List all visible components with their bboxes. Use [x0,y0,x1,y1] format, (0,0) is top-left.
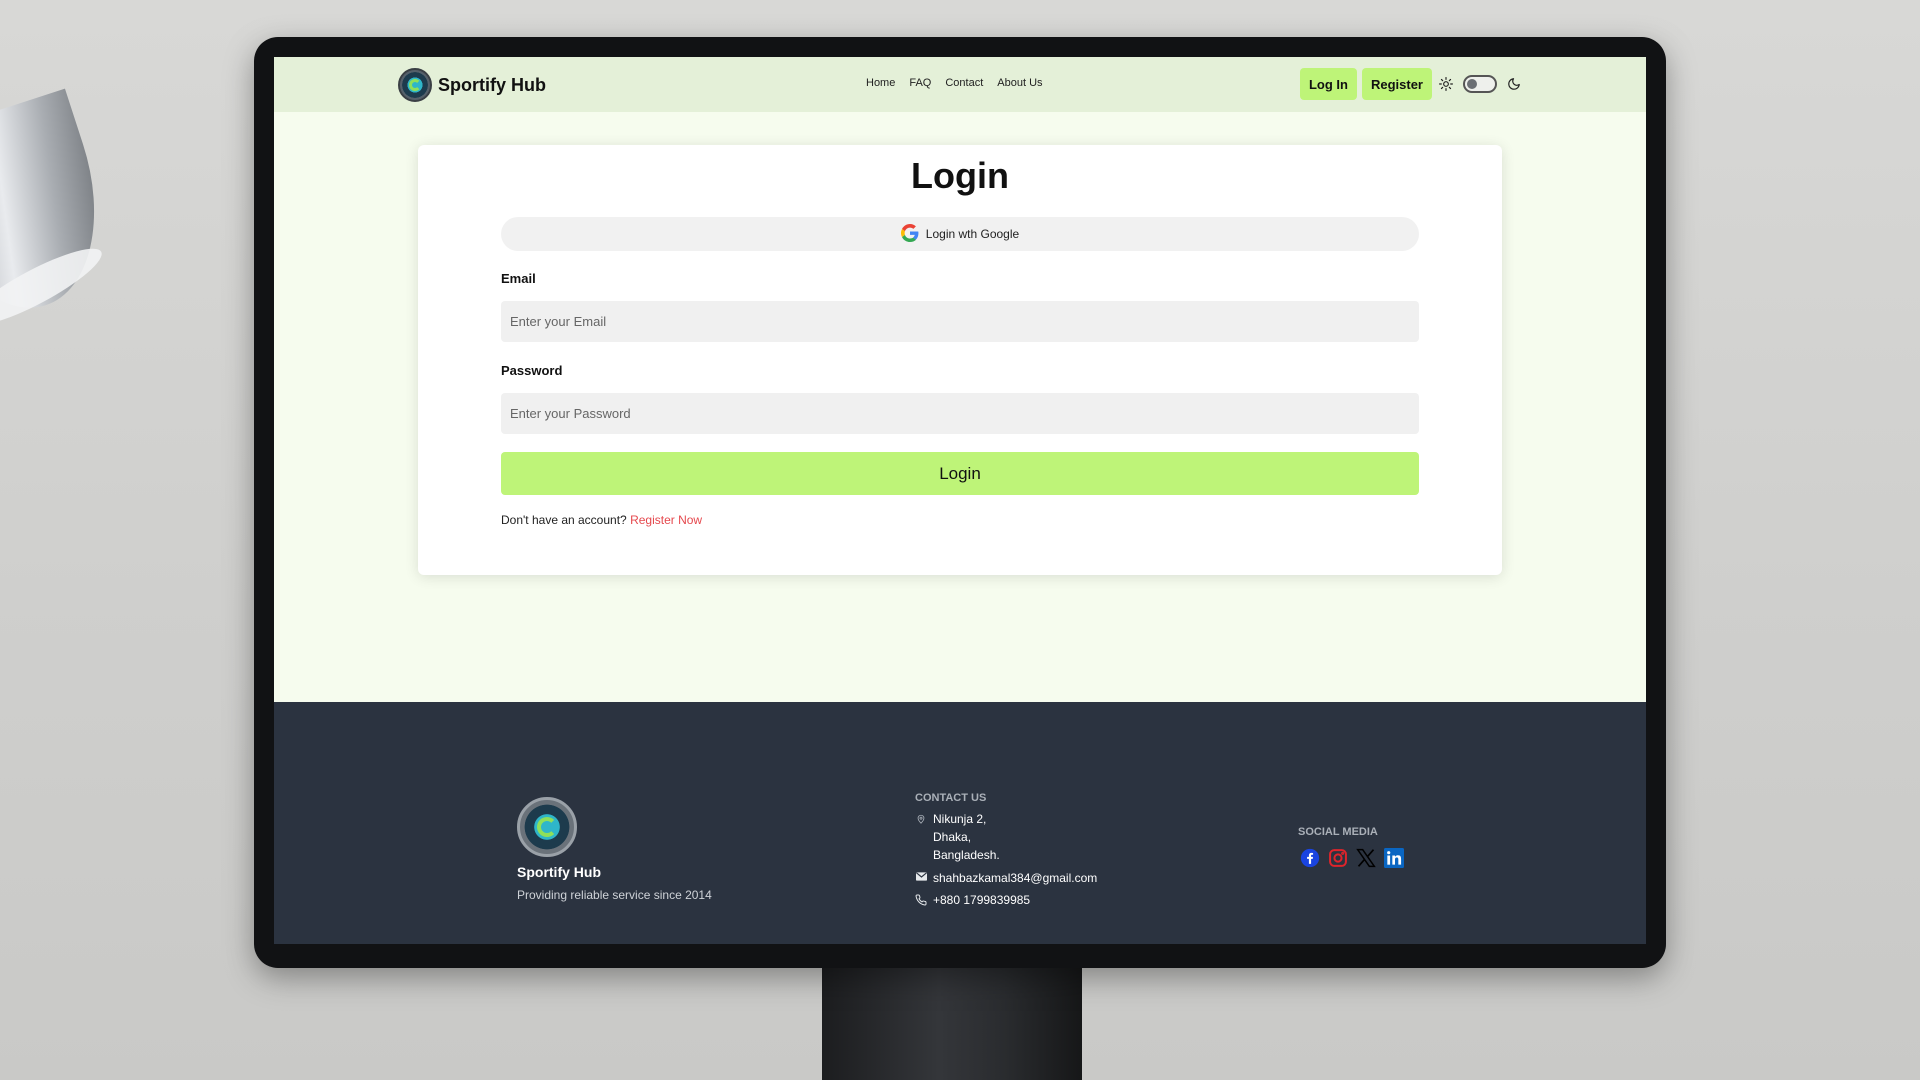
footer: Sportify Hub Providing reliable service … [274,702,1646,944]
address-lines: Nikunja 2, Dhaka, Bangladesh. [933,812,1000,862]
login-card: Login Login wth Google Email Password Lo… [418,145,1502,575]
email-row: shahbazkamal384@gmail.com [915,871,1097,885]
nav-link-contact[interactable]: Contact [945,77,983,89]
password-field[interactable] [501,393,1419,434]
social-heading: SOCIAL MEDIA [1298,826,1378,838]
theme-toggle-knob [1467,79,1477,89]
linkedin-icon[interactable] [1382,846,1405,869]
footer-brand-name: Sportify Hub [517,864,601,880]
footer-logo-icon [517,797,577,857]
nav-actions: Log In Register [1299,68,1523,100]
register-prompt-line: Don't have an account? Register Now [501,513,702,527]
nav-links: Home FAQ Contact About Us [866,77,1043,89]
social-icons [1298,846,1405,869]
nav-link-faq[interactable]: FAQ [909,77,931,89]
navbar: Sportify Hub Home FAQ Contact About Us L… [274,57,1646,112]
x-icon[interactable] [1354,846,1377,869]
sun-icon [1437,75,1455,93]
contact-heading: CONTACT US [915,792,987,804]
login-nav-button[interactable]: Log In [1299,68,1357,100]
password-label: Password [501,363,563,378]
contact-phone[interactable]: +880 1799839985 [933,893,1030,907]
email-field[interactable] [501,301,1419,342]
theme-toggle[interactable] [1463,75,1497,93]
login-title: Login [911,155,1009,196]
monitor-stand [822,964,1082,1080]
footer-brand: Sportify Hub Providing reliable service … [517,797,712,902]
location-pin-icon [915,812,927,862]
logo-icon [398,68,432,102]
brand-name: Sportify Hub [438,74,546,95]
mail-icon [915,871,927,885]
login-submit-button[interactable]: Login [501,452,1419,495]
footer-tagline: Providing reliable service since 2014 [517,888,712,902]
moon-icon [1505,75,1523,93]
address-line: Nikunja 2, [933,812,987,826]
register-nav-button[interactable]: Register [1361,68,1432,100]
phone-icon [915,893,927,907]
email-label: Email [501,271,536,286]
address-row: Nikunja 2, Dhaka, Bangladesh. [915,812,1097,862]
address-line: Bangladesh. [933,848,1000,862]
google-icon [900,223,919,245]
facebook-icon[interactable] [1298,846,1321,869]
phone-row: +880 1799839985 [915,893,1097,907]
google-login-button[interactable]: Login wth Google [501,217,1419,251]
contact-email[interactable]: shahbazkamal384@gmail.com [933,871,1097,885]
address-line: Dhaka, [933,830,972,844]
register-prompt: Don't have an account? [501,513,627,527]
nav-link-home[interactable]: Home [866,77,895,89]
footer-contact: CONTACT US Nikunja 2, Dhaka, Bangladesh.… [915,792,1097,913]
footer-social: SOCIAL MEDIA [1298,826,1405,869]
brand[interactable]: Sportify Hub [398,67,546,103]
browser-screen: Sportify Hub Home FAQ Contact About Us L… [274,57,1646,944]
instagram-icon[interactable] [1326,846,1349,869]
register-now-link[interactable]: Register Now [630,513,702,527]
nav-link-about-us[interactable]: About Us [997,77,1042,89]
google-login-label: Login wth Google [925,227,1020,241]
